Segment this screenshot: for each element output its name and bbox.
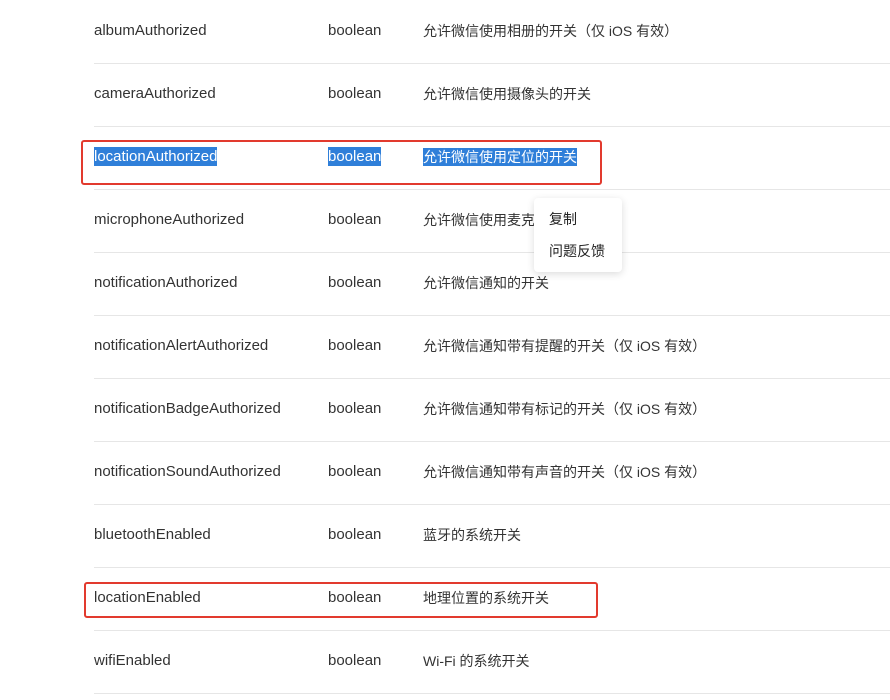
property-description: 允许微信使用摄像头的开关 <box>423 86 591 102</box>
table-row: microphoneAuthorized boolean 允许微信使用麦克 <box>94 189 890 253</box>
property-type: boolean <box>328 400 382 417</box>
property-description: 允许微信通知的开关 <box>423 275 549 291</box>
table-row: bluetoothEnabled boolean 蓝牙的系统开关 <box>94 504 890 568</box>
table-row: locationEnabled boolean 地理位置的系统开关 <box>94 567 890 631</box>
property-name: notificationSoundAuthorized <box>94 463 281 480</box>
property-description: 允许微信通知带有提醒的开关（仅 iOS 有效） <box>423 338 707 354</box>
property-name: notificationBadgeAuthorized <box>94 400 281 417</box>
property-description: 允许微信使用定位的开关 <box>423 126 577 188</box>
property-name: notificationAlertAuthorized <box>94 337 269 354</box>
property-name: bluetoothEnabled <box>94 526 211 543</box>
property-name: cameraAuthorized <box>94 85 216 102</box>
property-description: 允许微信使用麦克 <box>423 212 535 228</box>
table-row-selected: locationAuthorized boolean 允许微信使用定位的开关 <box>94 126 890 190</box>
property-type: boolean <box>328 526 382 543</box>
property-type: boolean <box>328 211 382 228</box>
table-row: notificationAuthorized boolean 允许微信通知的开关 <box>94 252 890 316</box>
property-description: 允许微信通知带有标记的开关（仅 iOS 有效） <box>423 401 707 417</box>
selected-text[interactable]: boolean <box>328 147 382 166</box>
property-name: locationEnabled <box>94 589 201 606</box>
property-name: albumAuthorized <box>94 22 207 39</box>
table-row: notificationBadgeAuthorized boolean 允许微信… <box>94 378 890 442</box>
property-name: locationAuthorized <box>94 126 218 188</box>
context-menu-copy[interactable]: 复制 <box>549 207 577 231</box>
property-type: boolean <box>328 337 382 354</box>
property-description: Wi-Fi 的系统开关 <box>423 653 530 669</box>
context-menu: 复制 问题反馈 <box>534 198 622 272</box>
property-description: 地理位置的系统开关 <box>423 590 549 606</box>
context-menu-feedback[interactable]: 问题反馈 <box>549 239 605 263</box>
table-row: cameraAuthorized boolean 允许微信使用摄像头的开关 <box>94 63 890 127</box>
property-name: notificationAuthorized <box>94 274 238 291</box>
table-row: notificationAlertAuthorized boolean 允许微信… <box>94 315 890 379</box>
property-type: boolean <box>328 85 382 102</box>
property-type: boolean <box>328 589 382 606</box>
property-type: boolean <box>328 22 382 39</box>
property-type: boolean <box>328 274 382 291</box>
table-row: albumAuthorized boolean 允许微信使用相册的开关（仅 iO… <box>94 0 890 64</box>
property-name: microphoneAuthorized <box>94 211 245 228</box>
property-description: 允许微信通知带有声音的开关（仅 iOS 有效） <box>423 464 707 480</box>
property-name: wifiEnabled <box>94 652 171 669</box>
property-description: 蓝牙的系统开关 <box>423 527 521 543</box>
property-type: boolean <box>328 126 382 188</box>
selected-text[interactable]: locationAuthorized <box>94 147 218 166</box>
selected-text[interactable]: 允许微信使用定位的开关 <box>423 148 577 166</box>
property-description: 允许微信使用相册的开关（仅 iOS 有效） <box>423 23 679 39</box>
table-row: notificationSoundAuthorized boolean 允许微信… <box>94 441 890 505</box>
property-type: boolean <box>328 652 382 669</box>
property-type: boolean <box>328 463 382 480</box>
table-row: wifiEnabled boolean Wi-Fi 的系统开关 <box>94 630 890 694</box>
